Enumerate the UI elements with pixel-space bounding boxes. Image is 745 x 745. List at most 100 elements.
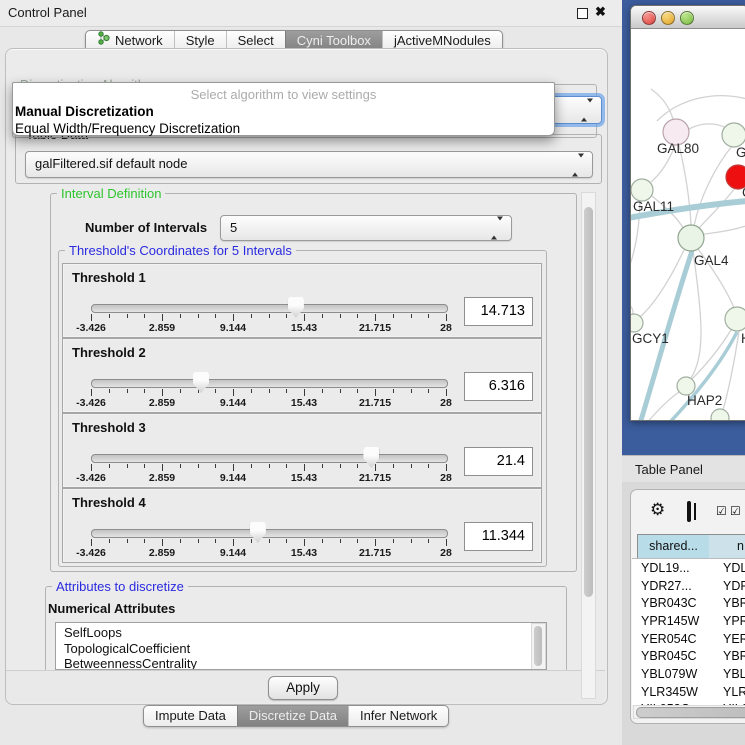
tick-label: 28 xyxy=(440,547,452,559)
attribute-item-selfloops[interactable]: SelfLoops xyxy=(56,625,546,641)
num-intervals-combobox[interactable]: 5 xyxy=(220,215,512,241)
tick-mark xyxy=(411,314,412,318)
tick-mark xyxy=(322,539,323,543)
tick-mark xyxy=(162,464,163,471)
minimize-traffic-light[interactable] xyxy=(661,11,675,25)
threshold-value-field[interactable]: 21.4 xyxy=(464,447,533,476)
threshold-slider[interactable]: -3.4262.8599.14415.4321.71528 xyxy=(91,446,446,486)
tick-mark xyxy=(251,539,252,543)
apply-button[interactable]: Apply xyxy=(268,676,338,700)
tick-mark xyxy=(393,314,394,318)
threshold-label: Threshold 4 xyxy=(72,495,146,510)
tick-mark xyxy=(304,539,305,546)
tick-mark xyxy=(91,539,92,546)
table-row[interactable]: YDR27...YDR2 xyxy=(632,577,745,595)
tick-mark xyxy=(375,464,376,471)
tick-mark xyxy=(393,389,394,393)
bottom-tab-impute-data[interactable]: Impute Data xyxy=(144,706,237,726)
column-header-shared[interactable]: shared... xyxy=(637,534,710,559)
tick-mark xyxy=(446,539,447,546)
tick-mark xyxy=(357,314,358,318)
slider-thumb[interactable] xyxy=(250,522,266,543)
table-row[interactable]: YBL079WYBL0 xyxy=(632,665,745,683)
attributes-list-scrollbar[interactable] xyxy=(531,623,546,670)
slider-thumb[interactable] xyxy=(288,297,304,318)
cell-name: YDL1 xyxy=(719,561,745,575)
numerical-attributes-label: Numerical Attributes xyxy=(48,601,175,616)
threshold-slider[interactable]: -3.4262.8599.14415.4321.71528 xyxy=(91,371,446,411)
zoom-traffic-light[interactable] xyxy=(680,11,694,25)
tick-mark xyxy=(446,464,447,471)
algorithm-option-manual-discretization[interactable]: Manual Discretization xyxy=(13,103,554,120)
slider-track[interactable] xyxy=(91,379,448,388)
dropdown-placeholder: Select algorithm to view settings xyxy=(13,83,554,103)
table-h-scrollbar[interactable] xyxy=(633,705,745,719)
close-traffic-light[interactable] xyxy=(642,11,656,25)
table-row[interactable]: YER054CYER0 xyxy=(632,630,745,648)
tick-mark xyxy=(127,464,128,468)
tick-mark xyxy=(162,314,163,321)
tick-label: 2.859 xyxy=(149,472,175,484)
columns-icon[interactable] xyxy=(687,501,691,522)
tick-mark xyxy=(233,539,234,546)
tick-mark xyxy=(428,314,429,318)
tick-mark xyxy=(375,314,376,321)
tick-label: 2.859 xyxy=(149,547,175,559)
threshold-slider[interactable]: -3.4262.8599.14415.4321.71528 xyxy=(91,296,446,336)
network-window-titlebar[interactable] xyxy=(631,6,745,29)
threshold-value-field[interactable]: 14.713 xyxy=(464,297,533,326)
network-node[interactable] xyxy=(725,307,745,331)
num-intervals-label: Number of Intervals xyxy=(85,220,207,235)
close-icon[interactable]: ✖ xyxy=(595,4,606,20)
slider-track[interactable] xyxy=(91,454,448,463)
table-row[interactable]: YDL19...YDL1 xyxy=(632,559,745,577)
network-node[interactable] xyxy=(631,179,653,201)
tick-label: -3.426 xyxy=(76,397,106,409)
node-label-ga: GA xyxy=(736,145,745,160)
threshold-value-field[interactable]: 6.316 xyxy=(464,372,533,401)
network-view-window[interactable]: GAL80GACGAL11GAL4GCY1HHAP2 xyxy=(630,5,745,421)
table-row[interactable]: YLR345WYLR3 xyxy=(632,683,745,701)
network-edge xyxy=(691,251,701,378)
tick-mark xyxy=(446,314,447,321)
tick-mark xyxy=(180,314,181,318)
cell-name: YDR2 xyxy=(719,579,745,593)
attribute-item-betweennesscentrality[interactable]: BetweennessCentrality xyxy=(56,656,546,670)
network-node[interactable] xyxy=(711,409,729,420)
tick-mark xyxy=(233,314,234,321)
algorithm-option-equal-width-frequency-discretization[interactable]: Equal Width/Frequency Discretization xyxy=(13,120,554,137)
slider-thumb[interactable] xyxy=(363,447,379,468)
tick-mark xyxy=(180,464,181,468)
table-row[interactable]: YPR145WYPR1 xyxy=(632,612,745,630)
bottom-tab-label: Impute Data xyxy=(155,706,226,726)
network-canvas[interactable]: GAL80GACGAL11GAL4GCY1HHAP2 xyxy=(631,28,745,420)
slider-track[interactable] xyxy=(91,304,448,313)
cell-shared-name: YDL19... xyxy=(632,561,719,575)
panel-scrollbar[interactable] xyxy=(581,192,596,699)
slider-track[interactable] xyxy=(91,529,448,538)
tick-label: 28 xyxy=(440,322,452,334)
table-data-combobox[interactable]: galFiltered.sif default node xyxy=(25,151,593,178)
bottom-tab-infer-network[interactable]: Infer Network xyxy=(348,706,448,726)
gear-icon[interactable]: ⚙ xyxy=(650,500,665,520)
tick-mark xyxy=(411,389,412,393)
network-node[interactable] xyxy=(678,225,704,251)
column-header-name[interactable]: n xyxy=(709,534,745,559)
slider-thumb[interactable] xyxy=(193,372,209,393)
network-node[interactable] xyxy=(722,123,745,147)
float-window-icon[interactable] xyxy=(577,8,588,19)
tick-mark xyxy=(109,314,110,318)
bottom-tab-discretize-data[interactable]: Discretize Data xyxy=(237,706,348,726)
checkbox-icon-2[interactable]: ☑ xyxy=(730,504,741,518)
table-row[interactable]: YBR043CYBR0 xyxy=(632,594,745,612)
attribute-item-topologicalcoefficient[interactable]: TopologicalCoefficient xyxy=(56,641,546,657)
checkbox-icon[interactable]: ☑ xyxy=(716,504,727,518)
tick-mark xyxy=(411,539,412,543)
threshold-value-field[interactable]: 11.344 xyxy=(464,522,533,551)
cell-name: YBL0 xyxy=(719,667,745,681)
network-node[interactable] xyxy=(631,314,643,332)
cell-shared-name: YBL079W xyxy=(632,667,719,681)
attributes-list[interactable]: SelfLoopsTopologicalCoefficientBetweenne… xyxy=(55,622,547,670)
threshold-slider[interactable]: -3.4262.8599.14415.4321.71528 xyxy=(91,521,446,561)
table-row[interactable]: YBR045CYBR0 xyxy=(632,647,745,665)
